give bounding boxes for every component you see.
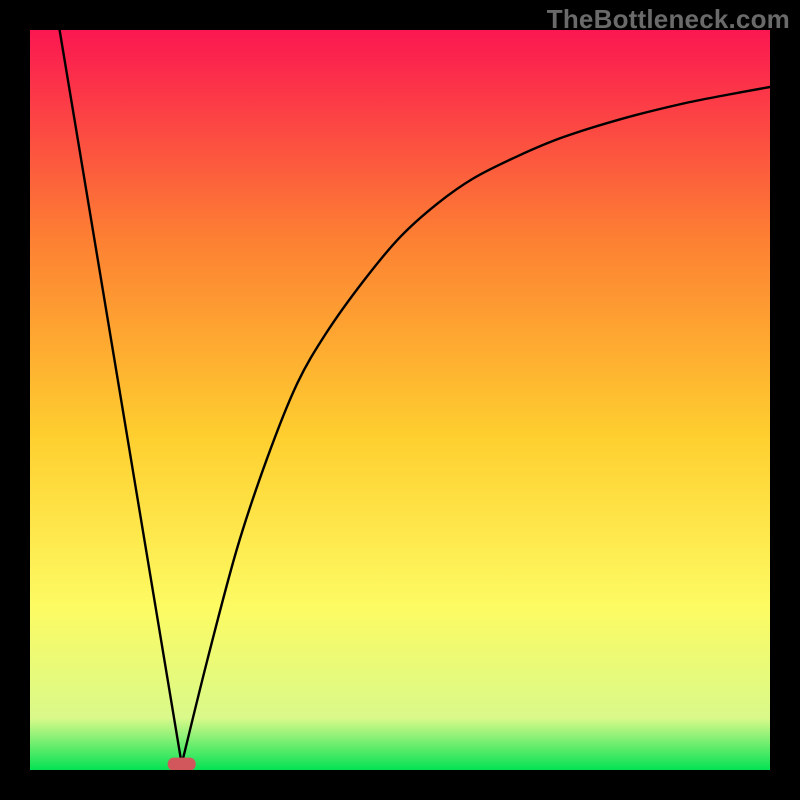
gradient-background — [30, 30, 770, 770]
chart-svg — [30, 30, 770, 770]
chart-frame: TheBottleneck.com — [0, 0, 800, 800]
plot-area — [30, 30, 770, 770]
optimum-marker — [168, 758, 196, 770]
